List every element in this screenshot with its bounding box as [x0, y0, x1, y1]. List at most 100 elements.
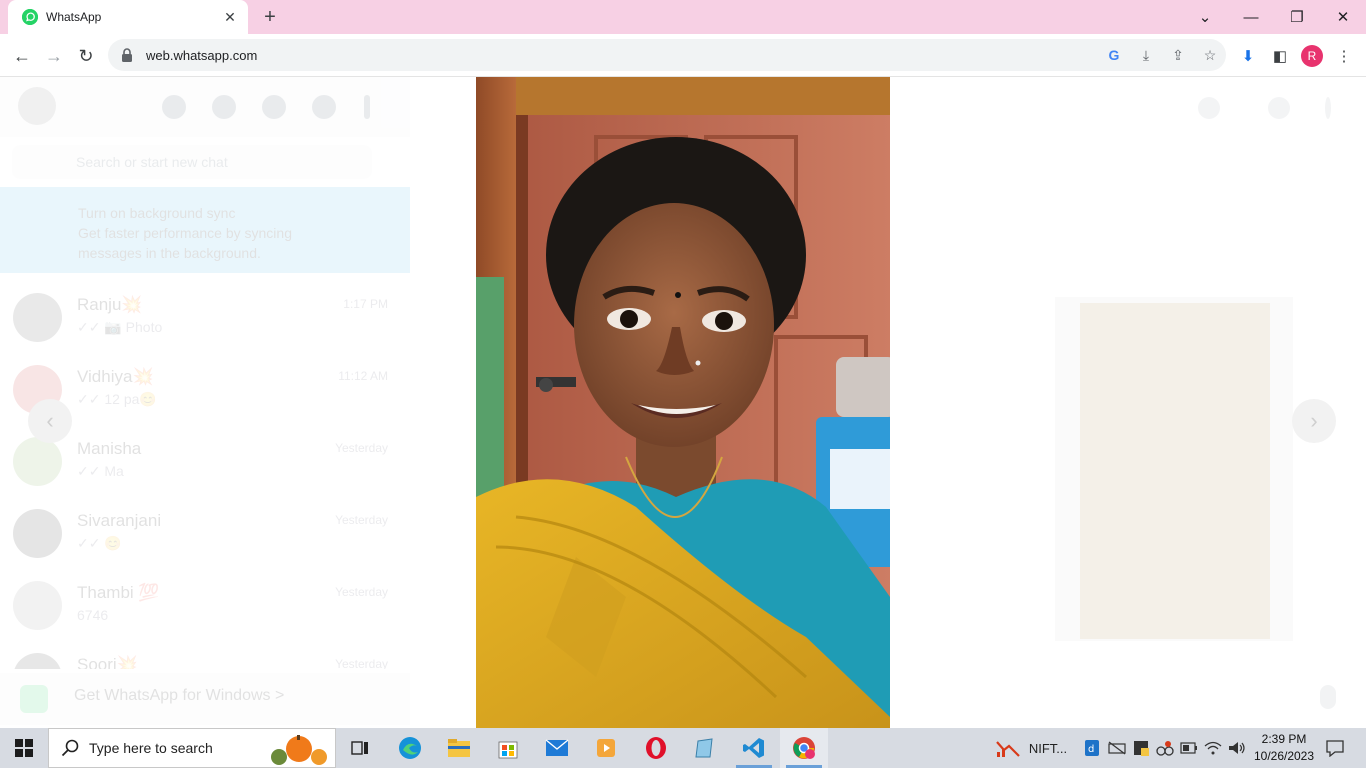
- chat-time: 11:12 AM: [338, 369, 388, 383]
- new-tab-button[interactable]: +: [258, 6, 282, 28]
- get-windows-text: Get WhatsApp for Windows >: [74, 687, 285, 704]
- task-view-icon: [351, 741, 368, 755]
- new-chat-icon: [312, 95, 336, 119]
- tray-security-icon[interactable]: [1130, 728, 1152, 768]
- taskbar-mail[interactable]: [533, 728, 581, 768]
- taskbar-notes-app[interactable]: [681, 728, 729, 768]
- chat-name: Vidhiya💥: [77, 367, 154, 386]
- media-player-icon: [597, 739, 615, 757]
- restore-button[interactable]: ❐: [1274, 0, 1320, 34]
- communities-icon: [162, 95, 186, 119]
- url-text[interactable]: web.whatsapp.com: [146, 48, 1098, 63]
- tab-search-dropdown-icon[interactable]: ⌄: [1182, 0, 1228, 34]
- minimize-button[interactable]: —: [1228, 0, 1274, 34]
- tray-network-app-icon[interactable]: [1154, 728, 1176, 768]
- taskbar-media-player[interactable]: [582, 728, 630, 768]
- tray-stock-widget[interactable]: NIFT...: [986, 728, 1076, 768]
- chat-time: 1:17 PM: [343, 297, 388, 311]
- windows-taskbar: Type here to search NIFT... d 2:39 PM 10…: [0, 728, 1366, 768]
- next-media-button[interactable]: ›: [1292, 399, 1336, 443]
- my-avatar: [18, 87, 56, 125]
- status-icon: [212, 95, 236, 119]
- pumpkin-search-highlight-icon: [259, 735, 329, 770]
- browser-menu-icon[interactable]: ⋮: [1330, 42, 1358, 70]
- chat-time: Yesterday: [335, 657, 388, 669]
- taskbar-chrome[interactable]: [780, 728, 828, 768]
- chat-preview: ✓✓ 😊: [77, 535, 122, 551]
- chat-preview: ✓✓ 12 pa😊: [77, 391, 157, 407]
- tab-strip: WhatsApp ✕ + ⌄ — ❐ ✕: [0, 0, 1366, 34]
- task-view-button[interactable]: [336, 728, 384, 768]
- chat-time: Yesterday: [335, 585, 388, 599]
- chat-search-icon: [1268, 97, 1290, 119]
- notifications-icon[interactable]: [1320, 728, 1350, 768]
- media-viewer-photo[interactable]: [476, 77, 890, 728]
- avatar: [13, 509, 62, 558]
- taskbar-file-explorer[interactable]: [435, 728, 483, 768]
- mail-icon: [545, 739, 569, 756]
- taskbar-opera[interactable]: [632, 728, 680, 768]
- store-icon: [498, 741, 518, 759]
- close-window-button[interactable]: ✕: [1320, 0, 1366, 34]
- tab-close-icon[interactable]: ✕: [222, 9, 238, 26]
- taskbar-store[interactable]: [484, 728, 532, 768]
- svg-text:d: d: [1088, 744, 1094, 755]
- banner-body: Get faster performance by syncing messag…: [78, 225, 292, 261]
- taskbar-edge[interactable]: [386, 728, 434, 768]
- share-icon[interactable]: ⇪: [1162, 39, 1194, 71]
- chat-preview: 6746: [77, 607, 109, 623]
- taskbar-vscode[interactable]: [730, 728, 778, 768]
- browser-toolbar: ← → ↻ web.whatsapp.com G ⤓ ⇪ ☆ ⬇ ◧ R ⋮: [0, 34, 1366, 77]
- avatar: [13, 293, 62, 342]
- stock-ticker-text: NIFT...: [1028, 740, 1068, 756]
- chat-name: Soori💥: [77, 655, 138, 669]
- taskbar-search-box[interactable]: Type here to search: [48, 728, 336, 768]
- banner-title: Turn on background sync: [78, 205, 236, 221]
- start-button[interactable]: [0, 728, 48, 768]
- avatar: [13, 437, 62, 486]
- media-thumbnail: [1080, 303, 1270, 639]
- chat-row: Soori💥 Yesterday: [0, 641, 410, 669]
- battery-icon[interactable]: [1178, 728, 1200, 768]
- chat-time: Yesterday: [335, 441, 388, 455]
- taskbar-search-placeholder: Type here to search: [89, 740, 213, 756]
- chat-name: Sivaranjani: [77, 511, 162, 530]
- volume-icon[interactable]: [1226, 728, 1248, 768]
- forward-button[interactable]: →: [40, 42, 68, 70]
- channels-icon: [262, 95, 286, 119]
- folder-icon: [448, 739, 470, 757]
- tray-dell-icon[interactable]: d: [1082, 728, 1102, 768]
- side-panel-icon[interactable]: ◧: [1266, 42, 1294, 70]
- clock-date: 10/26/2023: [1253, 749, 1315, 763]
- tab-whatsapp[interactable]: WhatsApp ✕: [8, 0, 248, 34]
- clock-time: 2:39 PM: [1261, 732, 1307, 746]
- notes-app-icon: [695, 738, 713, 758]
- chat-row: Ranju💥 1:17 PM ✓✓ 📷 Photo: [0, 281, 410, 353]
- chat-name: Thambi 💯: [77, 583, 160, 602]
- photo-image: [476, 77, 890, 728]
- chat-row: Thambi 💯 Yesterday 6746: [0, 569, 410, 641]
- chat-list-header: [0, 77, 410, 137]
- previous-media-button[interactable]: ‹: [28, 399, 72, 443]
- google-lens-icon[interactable]: G: [1098, 39, 1130, 71]
- back-button[interactable]: ←: [8, 42, 36, 70]
- profile-button[interactable]: R: [1298, 42, 1326, 70]
- wifi-icon[interactable]: [1202, 728, 1224, 768]
- chat-preview: ✓✓ 📷 Photo: [77, 319, 163, 335]
- chat-search-input: Search or start new chat: [12, 145, 372, 179]
- windows-logo-icon: [15, 739, 33, 757]
- bookmark-star-icon[interactable]: ☆: [1194, 39, 1226, 71]
- downloads-icon[interactable]: ⬇: [1234, 42, 1262, 70]
- install-app-icon[interactable]: ⤓: [1130, 39, 1162, 71]
- vscode-icon: [743, 738, 764, 758]
- tray-hidden-icon[interactable]: [1106, 728, 1128, 768]
- lock-icon[interactable]: [120, 48, 134, 62]
- chrome-icon: [793, 737, 815, 759]
- chat-menu-icon: [1325, 97, 1331, 119]
- opera-icon: [646, 737, 666, 759]
- stock-chart-icon: [996, 741, 1020, 757]
- reload-button[interactable]: ↻: [72, 42, 100, 70]
- address-bar[interactable]: web.whatsapp.com G ⤓ ⇪ ☆: [108, 39, 1226, 71]
- taskbar-clock[interactable]: 2:39 PM 10/26/2023: [1246, 731, 1322, 765]
- tab-title: WhatsApp: [46, 10, 102, 24]
